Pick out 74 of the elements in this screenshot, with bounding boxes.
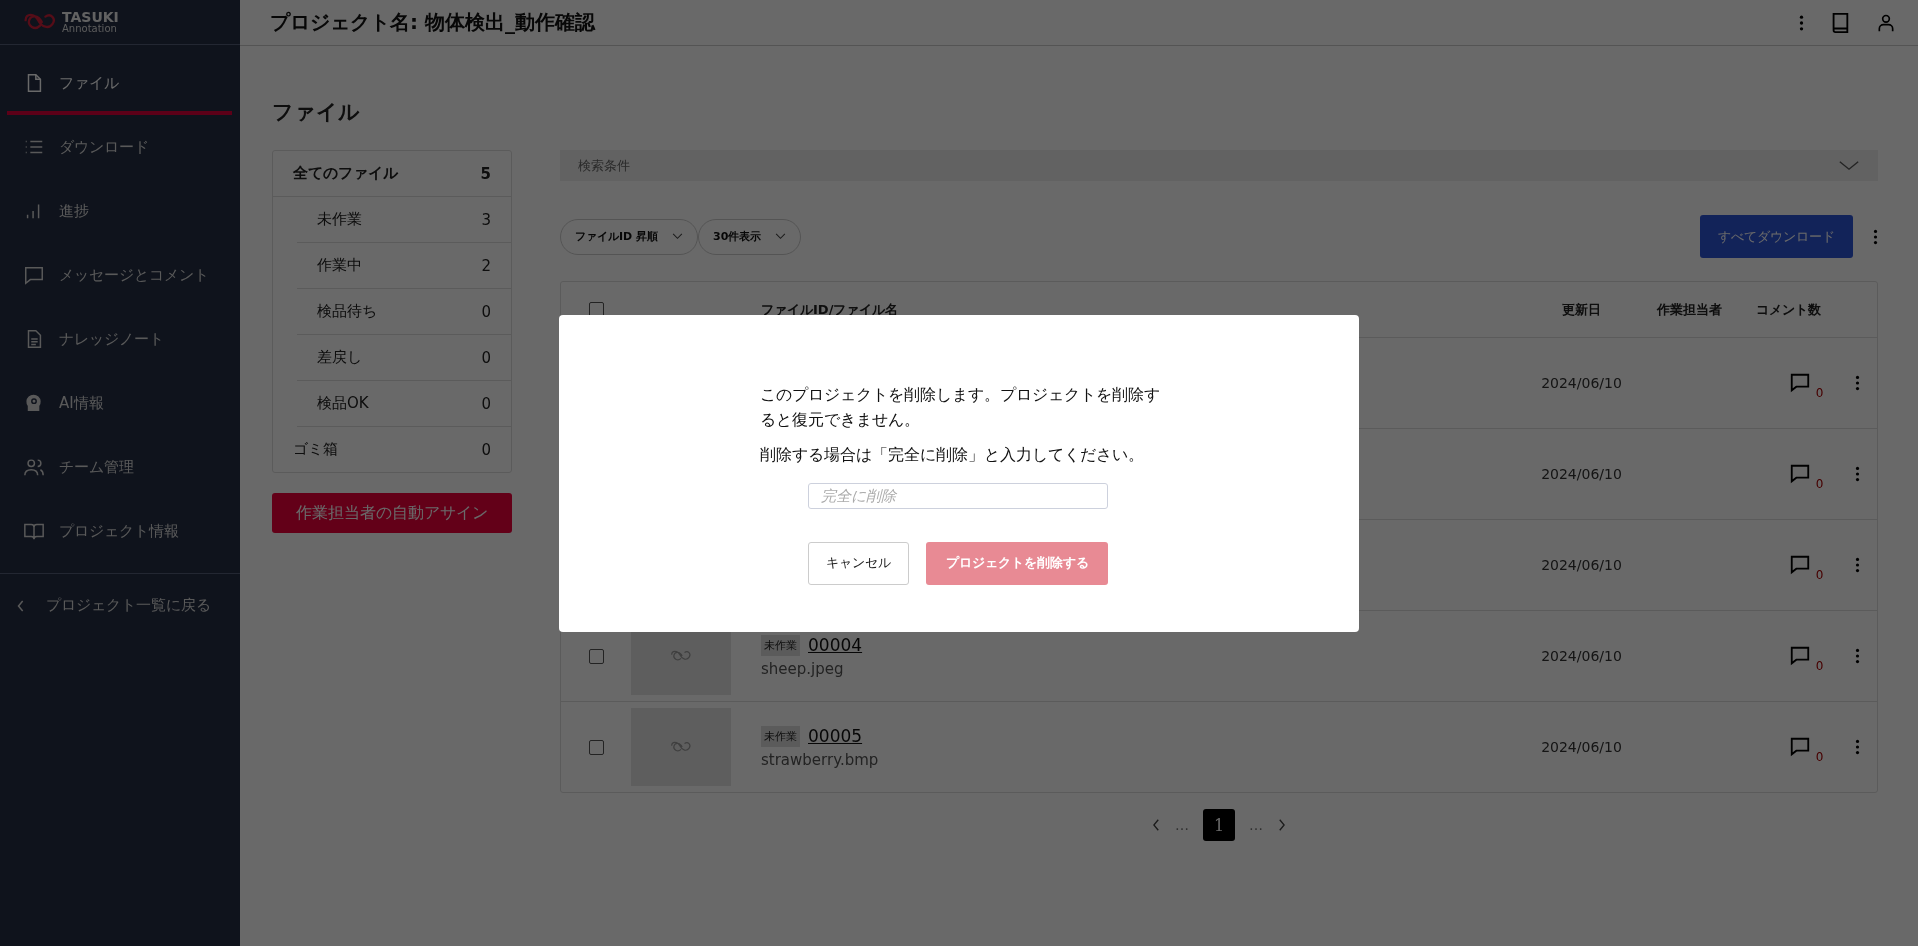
status-filter-item[interactable]: 検品待ち 0 xyxy=(297,289,511,335)
more-icon[interactable] xyxy=(1854,466,1860,482)
more-icon[interactable] xyxy=(1854,557,1860,573)
dialog-instruction: 削除する場合は「完全に削除」と入力してください。 xyxy=(760,444,1145,466)
status-filter-item[interactable]: 検品OK 0 xyxy=(297,381,511,427)
updated-date: 2024/06/10 xyxy=(1541,466,1622,482)
page-button[interactable]: 1 xyxy=(1203,809,1235,841)
logo-name: TASUKI xyxy=(62,10,119,24)
logo-subtitle: Annotation xyxy=(62,24,118,34)
comment-count: 0 xyxy=(1815,750,1824,764)
status-filter-item[interactable]: 差戻し 0 xyxy=(297,335,511,381)
checkbox[interactable] xyxy=(588,739,604,755)
updated-date: 2024/06/10 xyxy=(1541,375,1622,391)
checkbox[interactable] xyxy=(588,648,604,664)
comment-count: 0 xyxy=(1815,659,1824,673)
cancel-button[interactable]: キャンセル xyxy=(808,541,909,585)
more-icon[interactable] xyxy=(1799,13,1804,32)
updated-date: 2024/06/10 xyxy=(1541,739,1622,755)
project-title: プロジェクト名: 物体検出_動作確認 xyxy=(270,9,597,36)
more-icon[interactable] xyxy=(1854,375,1860,391)
status-filter-item[interactable]: 全てのファイル 5 xyxy=(273,151,511,197)
column-header: コメント数 xyxy=(1755,300,1821,319)
logo-icon xyxy=(669,649,693,663)
sidebar-item[interactable]: プロジェクト情報 xyxy=(7,499,232,563)
dropdown[interactable]: 30件表示 xyxy=(698,218,802,255)
column-header: 更新日 xyxy=(1562,300,1601,319)
dropdown[interactable]: ファイルID 昇順 xyxy=(560,218,699,255)
book-icon[interactable] xyxy=(1830,11,1850,34)
sidebar-item[interactable]: ファイル xyxy=(7,51,232,115)
download-all-button[interactable]: すべてダウンロード xyxy=(1700,215,1853,258)
comment-icon[interactable] xyxy=(1788,645,1811,667)
page-ellipsis: … xyxy=(1249,817,1263,833)
sidebar-item[interactable]: メッセージとコメント xyxy=(7,243,232,307)
sidebar-item[interactable]: 進捗 xyxy=(7,179,232,243)
people-icon xyxy=(23,456,45,478)
chevron-right-icon[interactable] xyxy=(1277,818,1286,832)
chevron-left-icon xyxy=(16,598,26,613)
comment-icon[interactable] xyxy=(1788,736,1811,758)
confirm-input-field[interactable]: 完全に削除 xyxy=(808,482,1108,509)
sidebar-item[interactable]: ダウンロード xyxy=(7,115,232,179)
chat-icon xyxy=(23,264,45,286)
comment-icon[interactable] xyxy=(1788,372,1811,394)
dialog-message: このプロジェクトを削除します。プロジェクトを削除すると復元できません。 xyxy=(760,383,1161,431)
auto-assign-button[interactable]: 作業担当者の自動アサイン xyxy=(272,493,512,533)
status-filter-item[interactable]: ゴミ箱 0 xyxy=(273,427,511,472)
status-filter-item[interactable]: 未作業 3 xyxy=(297,197,511,243)
chevron-left-icon[interactable] xyxy=(1152,818,1161,832)
file-name: sheep.jpeg xyxy=(761,659,845,678)
file-name: strawberry.bmp xyxy=(761,750,880,769)
file-id-link[interactable]: 00004 xyxy=(808,635,863,655)
chevron-icon xyxy=(775,233,787,240)
chevron-icon xyxy=(672,233,684,240)
column-header: 作業担当者 xyxy=(1656,300,1722,319)
comment-icon[interactable] xyxy=(1788,554,1811,576)
more-icon[interactable] xyxy=(1854,739,1860,755)
status-filter-item[interactable]: 作業中 2 xyxy=(297,243,511,289)
sidebar-item[interactable]: AI情報 xyxy=(7,371,232,435)
comment-icon[interactable] xyxy=(1788,463,1811,485)
comment-count: 0 xyxy=(1815,386,1824,400)
file-id-link[interactable]: 00005 xyxy=(808,726,863,746)
status-tag: 未作業 xyxy=(761,634,800,656)
comment-count: 0 xyxy=(1815,477,1824,491)
page-title: ファイル xyxy=(272,99,361,126)
more-icon[interactable] xyxy=(1873,228,1878,245)
more-icon[interactable] xyxy=(1854,648,1860,664)
status-tag: 未作業 xyxy=(761,725,800,747)
comment-count: 0 xyxy=(1815,568,1824,582)
sidebar-item[interactable]: ナレッジノート xyxy=(7,307,232,371)
logo-icon xyxy=(669,740,693,754)
page-ellipsis: … xyxy=(1175,817,1189,833)
updated-date: 2024/06/10 xyxy=(1541,648,1622,664)
updated-date: 2024/06/10 xyxy=(1541,557,1622,573)
sidebar-item[interactable]: チーム管理 xyxy=(7,435,232,499)
chevron-icon xyxy=(1838,160,1860,171)
